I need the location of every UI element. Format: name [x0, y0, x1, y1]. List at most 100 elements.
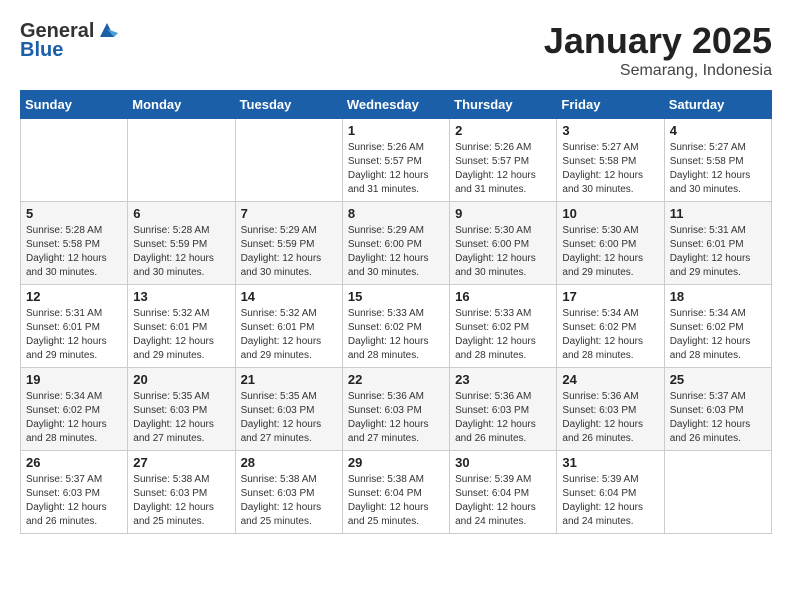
week-row-5: 26 Sunrise: 5:37 AMSunset: 6:03 PMDaylig…: [21, 451, 772, 534]
weekday-header-tuesday: Tuesday: [235, 91, 342, 119]
day-number: 25: [670, 372, 766, 387]
calendar-cell: 25 Sunrise: 5:37 AMSunset: 6:03 PMDaylig…: [664, 368, 771, 451]
day-number: 21: [241, 372, 337, 387]
calendar-cell: 9 Sunrise: 5:30 AMSunset: 6:00 PMDayligh…: [450, 202, 557, 285]
day-info: Sunrise: 5:38 AMSunset: 6:04 PMDaylight:…: [348, 473, 444, 529]
day-number: 29: [348, 455, 444, 470]
calendar-cell: 21 Sunrise: 5:35 AMSunset: 6:03 PMDaylig…: [235, 368, 342, 451]
day-number: 31: [562, 455, 658, 470]
logo: General Blue: [20, 20, 118, 62]
day-number: 12: [26, 289, 122, 304]
day-number: 19: [26, 372, 122, 387]
day-number: 15: [348, 289, 444, 304]
calendar-cell: [128, 119, 235, 202]
weekday-header-monday: Monday: [128, 91, 235, 119]
calendar-cell: 13 Sunrise: 5:32 AMSunset: 6:01 PMDaylig…: [128, 285, 235, 368]
day-info: Sunrise: 5:31 AMSunset: 6:01 PMDaylight:…: [670, 224, 766, 280]
calendar-cell: 1 Sunrise: 5:26 AMSunset: 5:57 PMDayligh…: [342, 119, 449, 202]
day-number: 23: [455, 372, 551, 387]
day-number: 7: [241, 206, 337, 221]
weekday-header-sunday: Sunday: [21, 91, 128, 119]
day-number: 14: [241, 289, 337, 304]
day-info: Sunrise: 5:36 AMSunset: 6:03 PMDaylight:…: [348, 390, 444, 446]
day-number: 20: [133, 372, 229, 387]
day-info: Sunrise: 5:31 AMSunset: 6:01 PMDaylight:…: [26, 307, 122, 363]
calendar-title: January 2025: [544, 20, 772, 62]
calendar-cell: 20 Sunrise: 5:35 AMSunset: 6:03 PMDaylig…: [128, 368, 235, 451]
day-number: 3: [562, 123, 658, 138]
day-number: 13: [133, 289, 229, 304]
calendar-cell: [664, 451, 771, 534]
day-info: Sunrise: 5:35 AMSunset: 6:03 PMDaylight:…: [241, 390, 337, 446]
day-info: Sunrise: 5:39 AMSunset: 6:04 PMDaylight:…: [455, 473, 551, 529]
day-number: 30: [455, 455, 551, 470]
calendar-cell: 10 Sunrise: 5:30 AMSunset: 6:00 PMDaylig…: [557, 202, 664, 285]
day-number: 22: [348, 372, 444, 387]
day-info: Sunrise: 5:33 AMSunset: 6:02 PMDaylight:…: [455, 307, 551, 363]
calendar-cell: 8 Sunrise: 5:29 AMSunset: 6:00 PMDayligh…: [342, 202, 449, 285]
day-info: Sunrise: 5:26 AMSunset: 5:57 PMDaylight:…: [455, 141, 551, 197]
weekday-header-wednesday: Wednesday: [342, 91, 449, 119]
calendar-cell: 16 Sunrise: 5:33 AMSunset: 6:02 PMDaylig…: [450, 285, 557, 368]
day-number: 24: [562, 372, 658, 387]
week-row-2: 5 Sunrise: 5:28 AMSunset: 5:58 PMDayligh…: [21, 202, 772, 285]
week-row-3: 12 Sunrise: 5:31 AMSunset: 6:01 PMDaylig…: [21, 285, 772, 368]
day-number: 5: [26, 206, 122, 221]
day-info: Sunrise: 5:37 AMSunset: 6:03 PMDaylight:…: [670, 390, 766, 446]
day-info: Sunrise: 5:33 AMSunset: 6:02 PMDaylight:…: [348, 307, 444, 363]
day-info: Sunrise: 5:38 AMSunset: 6:03 PMDaylight:…: [133, 473, 229, 529]
logo-icon: [96, 19, 118, 41]
calendar-cell: 4 Sunrise: 5:27 AMSunset: 5:58 PMDayligh…: [664, 119, 771, 202]
day-info: Sunrise: 5:35 AMSunset: 6:03 PMDaylight:…: [133, 390, 229, 446]
calendar-cell: 19 Sunrise: 5:34 AMSunset: 6:02 PMDaylig…: [21, 368, 128, 451]
weekday-header-saturday: Saturday: [664, 91, 771, 119]
day-number: 9: [455, 206, 551, 221]
day-number: 28: [241, 455, 337, 470]
day-number: 6: [133, 206, 229, 221]
calendar-cell: 2 Sunrise: 5:26 AMSunset: 5:57 PMDayligh…: [450, 119, 557, 202]
calendar-table: SundayMondayTuesdayWednesdayThursdayFrid…: [20, 90, 772, 534]
calendar-cell: 11 Sunrise: 5:31 AMSunset: 6:01 PMDaylig…: [664, 202, 771, 285]
day-info: Sunrise: 5:38 AMSunset: 6:03 PMDaylight:…: [241, 473, 337, 529]
calendar-cell: 27 Sunrise: 5:38 AMSunset: 6:03 PMDaylig…: [128, 451, 235, 534]
day-number: 26: [26, 455, 122, 470]
day-number: 11: [670, 206, 766, 221]
calendar-cell: 22 Sunrise: 5:36 AMSunset: 6:03 PMDaylig…: [342, 368, 449, 451]
calendar-title-area: January 2025 Semarang, Indonesia: [544, 20, 772, 80]
day-info: Sunrise: 5:28 AMSunset: 5:59 PMDaylight:…: [133, 224, 229, 280]
day-info: Sunrise: 5:37 AMSunset: 6:03 PMDaylight:…: [26, 473, 122, 529]
day-number: 27: [133, 455, 229, 470]
day-info: Sunrise: 5:32 AMSunset: 6:01 PMDaylight:…: [241, 307, 337, 363]
day-number: 16: [455, 289, 551, 304]
day-info: Sunrise: 5:34 AMSunset: 6:02 PMDaylight:…: [670, 307, 766, 363]
weekday-header-row: SundayMondayTuesdayWednesdayThursdayFrid…: [21, 91, 772, 119]
day-info: Sunrise: 5:30 AMSunset: 6:00 PMDaylight:…: [562, 224, 658, 280]
day-info: Sunrise: 5:26 AMSunset: 5:57 PMDaylight:…: [348, 141, 444, 197]
calendar-cell: 26 Sunrise: 5:37 AMSunset: 6:03 PMDaylig…: [21, 451, 128, 534]
calendar-cell: 14 Sunrise: 5:32 AMSunset: 6:01 PMDaylig…: [235, 285, 342, 368]
calendar-cell: 3 Sunrise: 5:27 AMSunset: 5:58 PMDayligh…: [557, 119, 664, 202]
day-number: 1: [348, 123, 444, 138]
day-number: 4: [670, 123, 766, 138]
calendar-cell: 12 Sunrise: 5:31 AMSunset: 6:01 PMDaylig…: [21, 285, 128, 368]
calendar-subtitle: Semarang, Indonesia: [544, 62, 772, 80]
day-info: Sunrise: 5:39 AMSunset: 6:04 PMDaylight:…: [562, 473, 658, 529]
day-info: Sunrise: 5:34 AMSunset: 6:02 PMDaylight:…: [26, 390, 122, 446]
day-info: Sunrise: 5:36 AMSunset: 6:03 PMDaylight:…: [562, 390, 658, 446]
calendar-cell: 24 Sunrise: 5:36 AMSunset: 6:03 PMDaylig…: [557, 368, 664, 451]
week-row-1: 1 Sunrise: 5:26 AMSunset: 5:57 PMDayligh…: [21, 119, 772, 202]
calendar-cell: 7 Sunrise: 5:29 AMSunset: 5:59 PMDayligh…: [235, 202, 342, 285]
day-info: Sunrise: 5:30 AMSunset: 6:00 PMDaylight:…: [455, 224, 551, 280]
day-info: Sunrise: 5:28 AMSunset: 5:58 PMDaylight:…: [26, 224, 122, 280]
calendar-cell: 17 Sunrise: 5:34 AMSunset: 6:02 PMDaylig…: [557, 285, 664, 368]
calendar-cell: [21, 119, 128, 202]
day-info: Sunrise: 5:29 AMSunset: 6:00 PMDaylight:…: [348, 224, 444, 280]
weekday-header-thursday: Thursday: [450, 91, 557, 119]
calendar-cell: 29 Sunrise: 5:38 AMSunset: 6:04 PMDaylig…: [342, 451, 449, 534]
day-info: Sunrise: 5:32 AMSunset: 6:01 PMDaylight:…: [133, 307, 229, 363]
day-number: 10: [562, 206, 658, 221]
day-number: 18: [670, 289, 766, 304]
calendar-cell: 15 Sunrise: 5:33 AMSunset: 6:02 PMDaylig…: [342, 285, 449, 368]
calendar-cell: 5 Sunrise: 5:28 AMSunset: 5:58 PMDayligh…: [21, 202, 128, 285]
day-info: Sunrise: 5:29 AMSunset: 5:59 PMDaylight:…: [241, 224, 337, 280]
